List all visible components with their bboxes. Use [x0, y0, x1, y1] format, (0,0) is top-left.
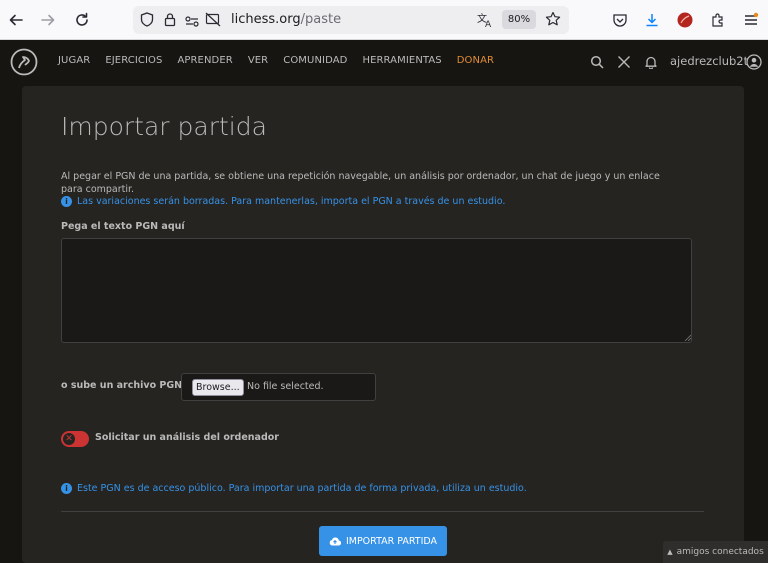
- public-note[interactable]: i Este PGN es de acceso público. Para im…: [61, 483, 527, 494]
- resize-grip-icon[interactable]: [684, 334, 691, 341]
- svg-text:A: A: [485, 20, 492, 28]
- file-upload-label: o sube un archivo PGN: [61, 380, 183, 391]
- import-game-button-label: IMPORTAR PARTIDA: [345, 535, 438, 547]
- import-panel: Importar partida Al pegar el PGN de una …: [22, 86, 744, 563]
- tracking-blocked-icon[interactable]: [205, 12, 221, 31]
- friends-online-tab[interactable]: ▲ amigos conectados: [663, 541, 768, 563]
- extensions-puzzle-icon[interactable]: [709, 11, 727, 29]
- pocket-icon[interactable]: [611, 11, 629, 29]
- lock-icon[interactable]: [164, 12, 176, 31]
- swords-icon[interactable]: [616, 54, 632, 70]
- user-avatar-icon[interactable]: [746, 54, 762, 70]
- variations-note[interactable]: i Las variaciones serán borradas. Para m…: [61, 196, 505, 207]
- bookmark-star-icon[interactable]: [545, 11, 561, 31]
- toggle-off-x-icon: ✕: [63, 433, 75, 445]
- url-path: /paste: [300, 12, 342, 27]
- friends-online-label: amigos conectados: [676, 547, 764, 557]
- public-note-text[interactable]: Este PGN es de acceso público. Para impo…: [77, 483, 527, 494]
- separator: [61, 511, 704, 512]
- forward-icon[interactable]: [38, 10, 58, 30]
- nav-ejercicios[interactable]: EJERCICIOS: [105, 55, 162, 66]
- back-icon[interactable]: [6, 10, 26, 30]
- variations-note-text[interactable]: Las variaciones serán borradas. Para man…: [77, 196, 505, 207]
- site-header: JUGAR EJERCICIOS APRENDER VER COMUNIDAD …: [0, 40, 768, 83]
- top-navigation: JUGAR EJERCICIOS APRENDER VER COMUNIDAD …: [58, 55, 509, 66]
- nav-aprender[interactable]: APRENDER: [177, 55, 232, 66]
- browser-toolbar: lichess.org/paste 文A 80%: [0, 0, 768, 40]
- intro-text: Al pegar el PGN de una partida, se obtie…: [61, 171, 660, 195]
- no-file-selected-text: No file selected.: [247, 381, 324, 392]
- info-icon: i: [61, 483, 72, 494]
- menu-icon[interactable]: [742, 11, 760, 29]
- info-icon: i: [61, 196, 72, 207]
- lichess-logo-icon[interactable]: [10, 48, 38, 76]
- nav-herramientas[interactable]: HERRAMIENTAS: [362, 55, 441, 66]
- pgn-label: Pega el texto PGN aquí: [61, 221, 185, 232]
- shield-icon[interactable]: [140, 12, 154, 31]
- notifications-bell-icon[interactable]: [643, 54, 659, 70]
- cloud-upload-icon: [329, 536, 341, 546]
- import-game-button[interactable]: IMPORTAR PARTIDA: [319, 526, 447, 556]
- nav-donar[interactable]: DONAR: [457, 55, 494, 66]
- permissions-icon[interactable]: [185, 13, 199, 32]
- download-icon[interactable]: [643, 11, 661, 29]
- reload-icon[interactable]: [72, 10, 92, 30]
- url-text: lichess.org/paste: [231, 12, 341, 27]
- analysis-toggle[interactable]: ✕: [61, 431, 89, 447]
- translate-icon[interactable]: 文A: [477, 12, 493, 32]
- search-icon[interactable]: [589, 54, 605, 70]
- browse-button[interactable]: Browse...: [192, 379, 244, 396]
- url-bar[interactable]: lichess.org/paste 文A 80%: [133, 6, 569, 34]
- url-domain: lichess.org: [231, 12, 301, 27]
- username-link[interactable]: ajedrezclub2t: [670, 54, 748, 68]
- nav-jugar[interactable]: JUGAR: [58, 55, 90, 66]
- file-input[interactable]: Browse... No file selected.: [181, 373, 376, 401]
- nav-comunidad[interactable]: COMUNIDAD: [283, 55, 347, 66]
- zoom-level[interactable]: 80%: [502, 10, 536, 29]
- pgn-textarea[interactable]: [61, 238, 692, 343]
- extension-avatar-icon[interactable]: [676, 11, 694, 29]
- analysis-toggle-label[interactable]: Solicitar un análisis del ordenador: [95, 432, 279, 443]
- page-title: Importar partida: [61, 112, 267, 141]
- caret-up-icon: ▲: [667, 548, 673, 556]
- nav-ver[interactable]: VER: [248, 55, 268, 66]
